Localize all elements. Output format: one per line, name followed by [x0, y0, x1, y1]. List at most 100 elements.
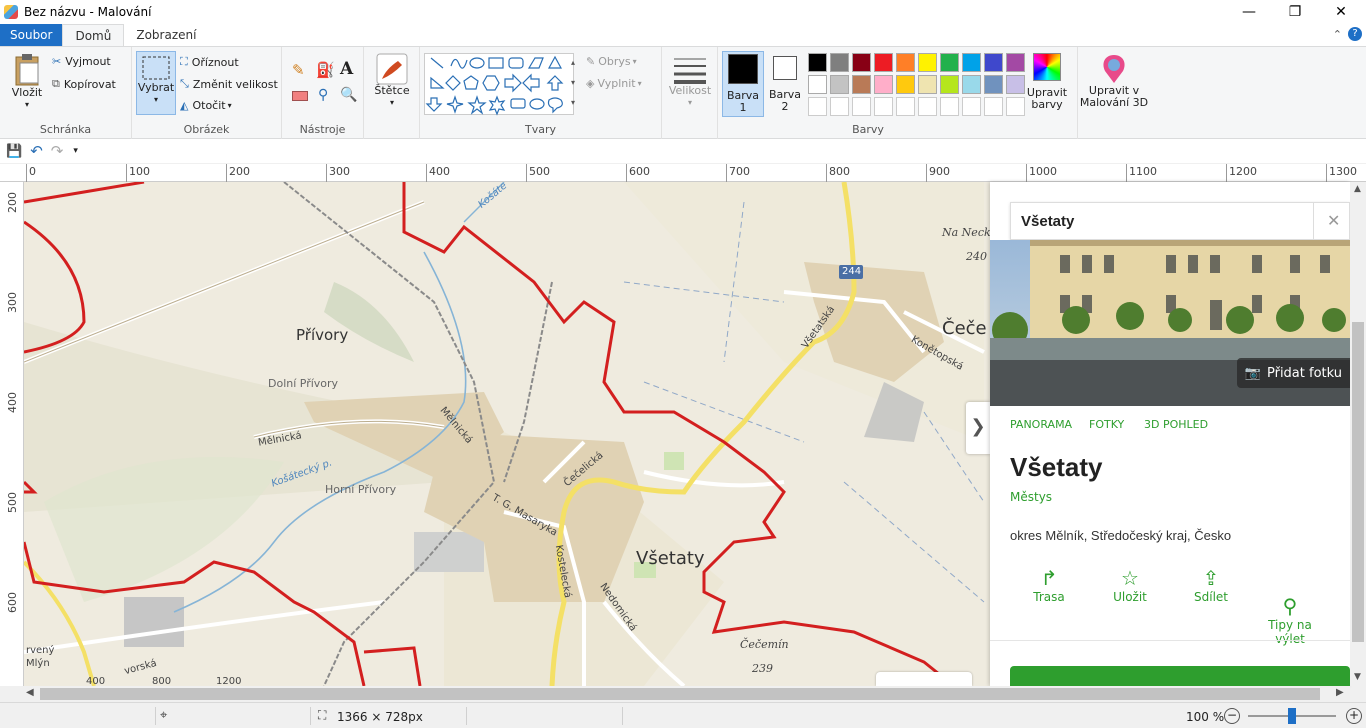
- close-button[interactable]: ✕: [1318, 0, 1364, 24]
- palette-swatch[interactable]: [808, 75, 827, 94]
- place-photo[interactable]: 📷 Přidat fotku: [990, 240, 1350, 406]
- minimize-button[interactable]: —: [1226, 0, 1272, 24]
- zoom-slider[interactable]: [1248, 708, 1336, 724]
- collapse-ribbon-icon[interactable]: ⌃: [1333, 28, 1342, 41]
- zoom-out-icon[interactable]: −: [1224, 708, 1240, 724]
- edit-colors-button[interactable]: Upravit barvy: [1024, 53, 1070, 111]
- vertical-scroll-thumb[interactable]: [1352, 322, 1364, 642]
- fill-button[interactable]: ◈ Vyplnit ▾: [586, 77, 642, 90]
- tab-file[interactable]: Soubor: [0, 24, 63, 46]
- palette-swatch[interactable]: [830, 75, 849, 94]
- undo-icon[interactable]: ↶: [30, 142, 43, 160]
- scroll-left-icon[interactable]: ◀: [26, 687, 34, 698]
- edit-in-paint3d-button[interactable]: Upravit v Malování 3D: [1080, 53, 1148, 109]
- resize-button[interactable]: ⤡ Změnit velikost: [180, 77, 278, 91]
- palette-swatch[interactable]: [852, 75, 871, 94]
- zoom-in-icon[interactable]: +: [1346, 708, 1362, 724]
- palette-swatch[interactable]: [896, 53, 915, 72]
- zoom-level: 100 %: [1186, 710, 1225, 724]
- eraser-icon[interactable]: [292, 91, 308, 101]
- vertical-scrollbar[interactable]: ▲ ▼: [1350, 182, 1366, 686]
- link-photos[interactable]: FOTKY: [1089, 418, 1124, 431]
- palette-swatch[interactable]: [852, 53, 871, 72]
- palette-swatch[interactable]: [896, 75, 915, 94]
- pencil-icon[interactable]: ✎: [292, 61, 305, 79]
- custom-color-slot[interactable]: [896, 97, 915, 116]
- save-place-button[interactable]: ☆ Uložit: [1095, 566, 1165, 604]
- brushes-button[interactable]: Štětce ▾: [370, 53, 414, 109]
- custom-color-slot[interactable]: [830, 97, 849, 116]
- magnifier-icon[interactable]: 🔍: [340, 87, 357, 103]
- custom-color-slot[interactable]: [874, 97, 893, 116]
- palette-swatch[interactable]: [1006, 75, 1025, 94]
- custom-color-slot[interactable]: [918, 97, 937, 116]
- horizontal-scrollbar[interactable]: ◀ ▶: [24, 686, 1350, 702]
- palette-swatch[interactable]: [808, 53, 827, 72]
- custom-color-slot[interactable]: [808, 97, 827, 116]
- custom-color-slot[interactable]: [962, 97, 981, 116]
- scroll-right-icon[interactable]: ▶: [1336, 687, 1344, 698]
- palette-swatch[interactable]: [962, 75, 981, 94]
- custom-color-slot[interactable]: [1006, 97, 1025, 116]
- map-search-box[interactable]: Všetaty ✕: [1010, 202, 1350, 240]
- palette-swatch[interactable]: [962, 53, 981, 72]
- palette-swatch[interactable]: [830, 53, 849, 72]
- fill-bucket-icon[interactable]: ⛽: [316, 61, 335, 79]
- redo-icon[interactable]: ↷: [51, 142, 64, 160]
- text-tool-icon[interactable]: A: [340, 59, 353, 79]
- palette-swatch[interactable]: [1006, 53, 1025, 72]
- status-bar: ⌖ ⛶ 1366 × 728px 100 % − +: [0, 702, 1366, 728]
- save-icon[interactable]: 💾: [6, 144, 22, 159]
- search-clear-icon[interactable]: ✕: [1327, 211, 1340, 230]
- shapes-gallery[interactable]: [424, 53, 574, 116]
- tab-home[interactable]: Domů: [62, 24, 125, 46]
- scroll-down-icon[interactable]: ▼: [1354, 672, 1361, 682]
- palette-swatch[interactable]: [918, 75, 937, 94]
- rotate-button[interactable]: ◭ Otočit ▾: [180, 99, 232, 112]
- scroll-up-icon[interactable]: ▲: [1354, 184, 1361, 194]
- route-button[interactable]: ↱ Trasa: [1014, 566, 1084, 604]
- custom-color-slot[interactable]: [984, 97, 1003, 116]
- paint3d-icon: [1103, 55, 1125, 83]
- palette-swatch[interactable]: [874, 53, 893, 72]
- custom-color-slot[interactable]: [852, 97, 871, 116]
- outline-button[interactable]: ✎ Obrys ▾: [586, 55, 637, 68]
- zoom-slider-thumb[interactable]: [1288, 708, 1296, 724]
- share-button[interactable]: ⇪ Sdílet: [1176, 566, 1246, 604]
- select-button[interactable]: Vybrat ▾: [136, 51, 176, 115]
- copy-icon: ⧉: [52, 77, 60, 90]
- palette-swatch[interactable]: [984, 75, 1003, 94]
- color2-button[interactable]: Barva 2: [766, 51, 804, 117]
- help-icon[interactable]: ?: [1348, 27, 1362, 41]
- palette-swatch[interactable]: [940, 75, 959, 94]
- collapse-panel-chevron-icon[interactable]: ❯: [966, 402, 990, 454]
- add-photo-button[interactable]: 📷 Přidat fotku: [1236, 358, 1350, 388]
- panel-action-bar[interactable]: [1010, 666, 1350, 686]
- color2-swatch: [773, 56, 797, 80]
- custom-color-slot[interactable]: [940, 97, 959, 116]
- paste-button[interactable]: Vložit ▾: [8, 53, 46, 111]
- link-panorama[interactable]: PANORAMA: [1010, 418, 1072, 431]
- copy-button[interactable]: ⧉ Kopírovat: [52, 77, 116, 91]
- customize-qat-icon[interactable]: ▾: [73, 146, 78, 156]
- size-button[interactable]: Velikost ▾: [668, 53, 712, 109]
- cut-button[interactable]: ✂ Vyjmout: [52, 55, 111, 68]
- palette-swatch[interactable]: [874, 75, 893, 94]
- link-3d-view[interactable]: 3D POHLED: [1144, 418, 1208, 431]
- tab-view[interactable]: Zobrazení: [124, 24, 208, 46]
- location-pin-icon: ⚲: [1282, 594, 1298, 618]
- maximize-button[interactable]: ❐: [1272, 0, 1318, 24]
- crop-button[interactable]: ⛶ Oříznout: [180, 55, 239, 69]
- color-picker-icon[interactable]: ⚲: [318, 87, 328, 103]
- palette-swatch[interactable]: [918, 53, 937, 72]
- map-tool-button[interactable]: [876, 672, 972, 686]
- color1-button[interactable]: Barva 1: [722, 51, 764, 117]
- horizontal-scroll-thumb[interactable]: [40, 688, 1320, 700]
- scale-label-400: 400: [86, 676, 106, 686]
- trip-tips-button[interactable]: ⚲ Tipy na výlet: [1255, 566, 1325, 660]
- shapes-scroll[interactable]: ▴ ▾ ▾: [568, 53, 578, 115]
- palette-swatch[interactable]: [940, 53, 959, 72]
- palette-swatch[interactable]: [984, 53, 1003, 72]
- map-label-cerveny-mlyn: rvený Mlýn: [26, 645, 55, 669]
- ruler-label: 400: [6, 392, 19, 413]
